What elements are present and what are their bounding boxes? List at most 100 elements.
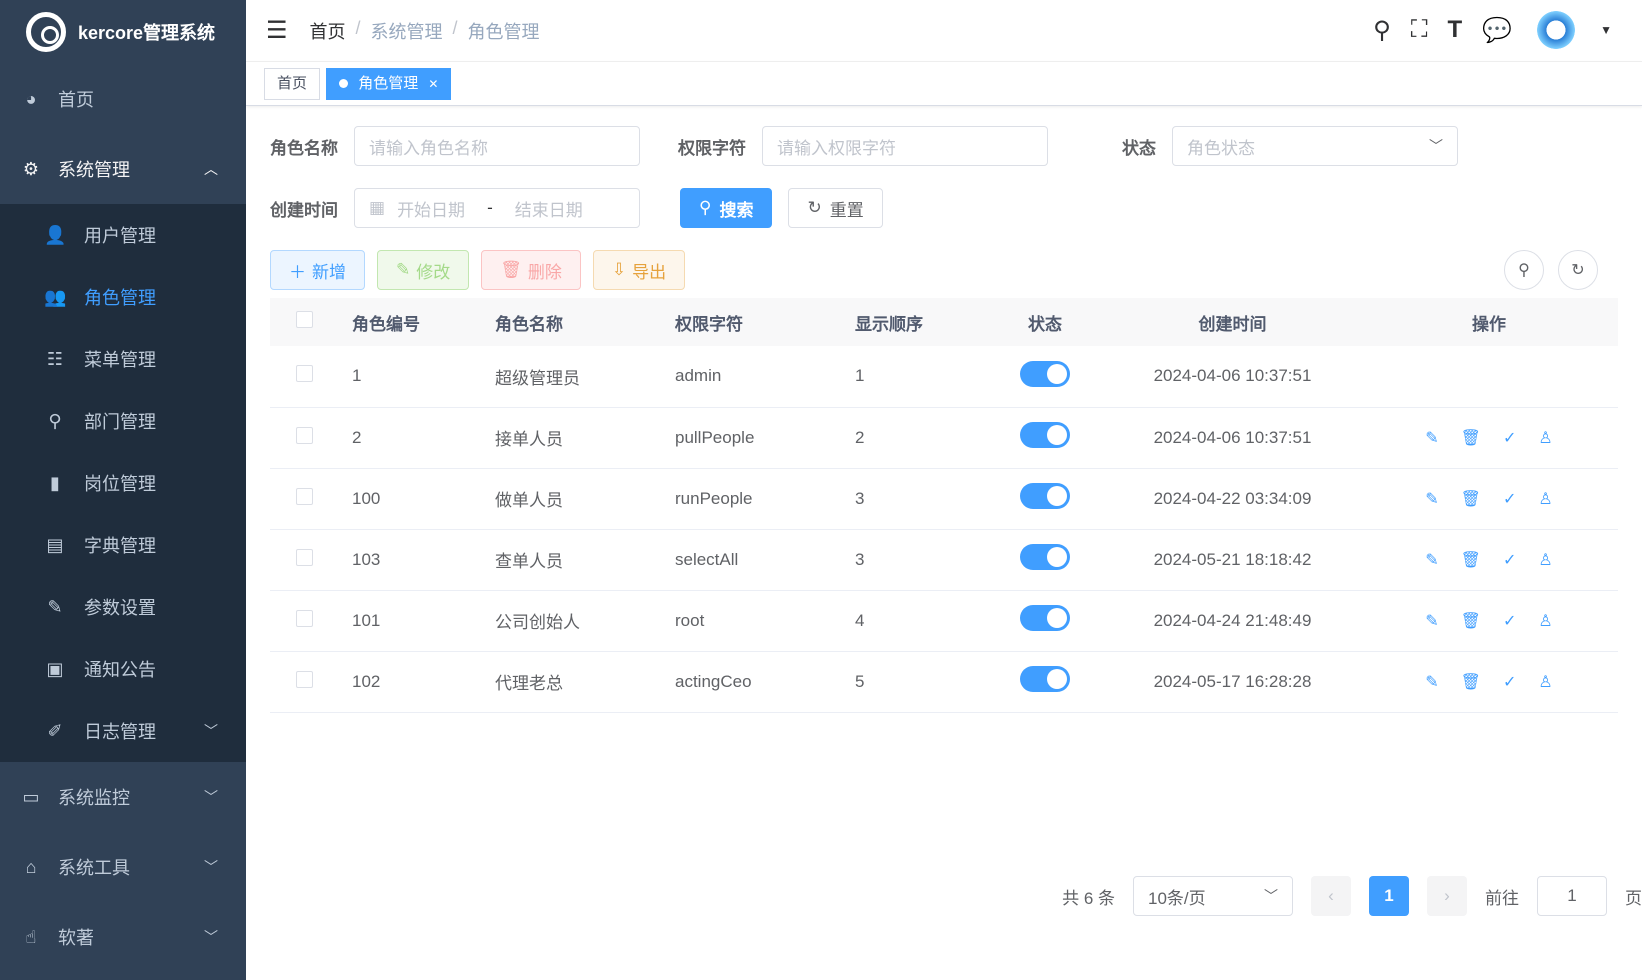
edit-icon[interactable]: ✎ xyxy=(1425,611,1438,631)
sidebar-item-depts[interactable]: ⚲ 部门管理 xyxy=(0,390,246,452)
font-size-icon[interactable]: T xyxy=(1448,16,1463,44)
prev-page-button[interactable]: ‹ xyxy=(1311,876,1351,916)
toolbar: ＋新增 ✎ 修改 🗑 删除 ⇩ 导出 ⚲ ↻ xyxy=(270,250,1618,290)
check-circle-icon[interactable]: ✓ xyxy=(1503,428,1516,448)
user-icon[interactable]: ♙ xyxy=(1538,550,1552,570)
sidebar-item-posts[interactable]: ▮ 岗位管理 xyxy=(0,452,246,514)
status-switch[interactable] xyxy=(1020,544,1070,570)
status-switch[interactable] xyxy=(1020,483,1070,509)
row-checkbox[interactable] xyxy=(296,365,313,383)
role-id: 2 xyxy=(352,427,362,447)
sidebar-item-home[interactable]: ◕ 首页 xyxy=(0,64,246,134)
table-row[interactable]: 100 做单人员 runPeople 3 2024-04-22 03:34:09 ✎ 🗑 ✓ ♙ xyxy=(270,468,1618,529)
delete-icon[interactable]: 🗑 xyxy=(1461,672,1481,692)
sidebar-item-soft[interactable]: ☝ 软著 ﹀ xyxy=(0,902,246,972)
delete-button[interactable]: 🗑 删除 xyxy=(481,250,581,290)
app-logo[interactable]: kercore管理系统 xyxy=(0,0,246,64)
edit-button[interactable]: ✎ 修改 xyxy=(377,250,470,290)
edit-icon[interactable]: ✎ xyxy=(1425,550,1438,570)
row-checkbox[interactable] xyxy=(296,426,313,444)
edit-icon[interactable]: ✎ xyxy=(1425,672,1438,692)
row-checkbox[interactable] xyxy=(296,548,313,566)
check-circle-icon[interactable]: ✓ xyxy=(1503,672,1516,692)
sidebar-item-monitor[interactable]: ▭ 系统监控 ﹀ xyxy=(0,762,246,832)
row-checkbox[interactable] xyxy=(296,670,313,688)
search-icon: ⚲ xyxy=(1518,262,1530,279)
sidebar-item-users[interactable]: 👤 用户管理 xyxy=(0,204,246,266)
hamburger-icon[interactable]: ☰ xyxy=(266,16,288,45)
reset-button[interactable]: ↻ 重置 xyxy=(788,188,883,228)
tag-roles[interactable]: 角色管理 ✕ xyxy=(326,67,452,100)
fullscreen-icon[interactable]: ⛶ xyxy=(1411,16,1428,44)
table-row[interactable]: 103 查单人员 selectAll 3 2024-05-21 18:18:42 ✎ 🗑 ✓ ♙ xyxy=(270,529,1618,590)
table-row[interactable]: 102 代理老总 actingCeo 5 2024-05-17 16:28:28 ✎ 🗑 ✓ ♙ xyxy=(270,651,1618,712)
message-icon: ▣ xyxy=(46,658,64,679)
status-switch[interactable] xyxy=(1020,605,1070,631)
page-jump-input[interactable]: 1 xyxy=(1537,876,1607,916)
next-page-button[interactable]: › xyxy=(1427,876,1467,916)
role-name: 查单人员 xyxy=(495,552,563,571)
perm-input[interactable]: 请输入权限字符 xyxy=(762,126,1048,166)
avatar[interactable] xyxy=(1532,10,1581,50)
export-button[interactable]: ⇩ 导出 xyxy=(592,250,686,290)
perm-label: 权限字符 xyxy=(678,138,746,158)
delete-icon[interactable]: 🗑 xyxy=(1461,611,1481,631)
table-row[interactable]: 2 接单人员 pullPeople 2 2024-04-06 10:37:51 ✎ 🗑 ✓ ♙ xyxy=(270,407,1618,468)
search-icon[interactable]: ⚲ xyxy=(1373,16,1391,45)
role-name-input[interactable]: 请输入角色名称 xyxy=(354,126,640,166)
chevron-left-icon: ‹ xyxy=(1328,886,1334,905)
close-icon[interactable]: ✕ xyxy=(428,77,438,91)
check-circle-icon[interactable]: ✓ xyxy=(1503,489,1516,509)
date-range-picker[interactable]: ▦ 开始日期 - 结束日期 xyxy=(354,188,640,228)
delete-icon[interactable]: 🗑 xyxy=(1461,550,1481,570)
page-1-button[interactable]: 1 xyxy=(1369,876,1409,916)
refresh-button[interactable]: ↻ xyxy=(1558,250,1598,290)
breadcrumb-home[interactable]: 首页 xyxy=(310,18,346,44)
select-all-checkbox[interactable] xyxy=(296,311,313,328)
page-size-select[interactable]: 10条/页 ﹀ xyxy=(1133,876,1293,916)
table-row[interactable]: 1 超级管理员 admin 1 2024-04-06 10:37:51 xyxy=(270,346,1618,407)
add-button[interactable]: ＋新增 xyxy=(270,250,365,290)
chat-icon[interactable]: 💬 xyxy=(1482,16,1512,45)
user-icon[interactable]: ♙ xyxy=(1538,428,1552,448)
user-icon[interactable]: ♙ xyxy=(1538,672,1552,692)
role-sort: 3 xyxy=(855,488,865,508)
status-switch[interactable] xyxy=(1020,360,1070,387)
start-date[interactable]: 开始日期 xyxy=(397,196,465,221)
total-count: 共 6 条 xyxy=(1062,888,1115,908)
row-checkbox[interactable] xyxy=(296,609,313,627)
sidebar-item-tools[interactable]: ⌂ 系统工具 ﹀ xyxy=(0,832,246,902)
status-select[interactable]: 角色状态 ﹀ xyxy=(1172,126,1458,166)
search-button[interactable]: ⚲ 搜索 xyxy=(680,188,773,228)
role-key: actingCeo xyxy=(675,671,752,691)
sidebar-item-config[interactable]: ✎ 参数设置 xyxy=(0,576,246,638)
edit-icon[interactable]: ✎ xyxy=(1425,489,1438,509)
role-name: 代理老总 xyxy=(495,674,563,693)
sidebar-item-logs[interactable]: ✐ 日志管理 ﹀ xyxy=(0,700,246,762)
role-name: 公司创始人 xyxy=(495,613,580,632)
sidebar-item-system[interactable]: ⚙ 系统管理 ︿ xyxy=(0,134,246,204)
end-date[interactable]: 结束日期 xyxy=(515,196,583,221)
system-submenu: 👤 用户管理 👥 角色管理 ☷ 菜单管理 ⚲ 部门管理 ▮ 岗位管理 ▤ 字典管理 ✎ 参数设… xyxy=(0,204,246,762)
table-row[interactable]: 101 公司创始人 root 4 2024-04-24 21:48:49 ✎ 🗑 ✓ ♙ xyxy=(270,590,1618,651)
tag-home[interactable]: 首页 xyxy=(264,67,321,100)
chevron-down-icon: ﹀ xyxy=(1429,138,1443,154)
sidebar-item-dict[interactable]: ▤ 字典管理 xyxy=(0,514,246,576)
navbar: ☰ 首页 / 系统管理 / 角色管理 ⚲ ⛶ T 💬 ▼ xyxy=(246,0,1642,62)
monitor-icon: ▭ xyxy=(22,786,40,807)
status-switch[interactable] xyxy=(1020,422,1070,448)
sidebar-item-menus[interactable]: ☷ 菜单管理 xyxy=(0,328,246,390)
check-circle-icon[interactable]: ✓ xyxy=(1503,550,1516,570)
sidebar-item-notice[interactable]: ▣ 通知公告 xyxy=(0,638,246,700)
user-icon[interactable]: ♙ xyxy=(1538,489,1552,509)
status-switch[interactable] xyxy=(1020,666,1070,692)
delete-icon[interactable]: 🗑 xyxy=(1461,428,1481,448)
edit-icon[interactable]: ✎ xyxy=(1425,428,1438,448)
sidebar-item-roles[interactable]: 👥 角色管理 xyxy=(0,266,246,328)
caret-down-icon[interactable]: ▼ xyxy=(1600,23,1612,37)
user-icon[interactable]: ♙ xyxy=(1538,611,1552,631)
delete-icon[interactable]: 🗑 xyxy=(1461,489,1481,509)
row-checkbox[interactable] xyxy=(296,487,313,505)
check-circle-icon[interactable]: ✓ xyxy=(1503,611,1516,631)
toggle-search-button[interactable]: ⚲ xyxy=(1504,250,1544,290)
